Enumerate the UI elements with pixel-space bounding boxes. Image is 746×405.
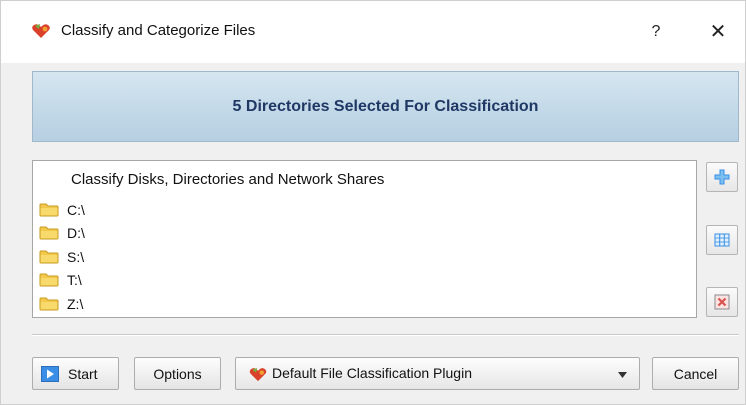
play-icon bbox=[41, 365, 59, 382]
delete-icon bbox=[714, 294, 730, 310]
list-item[interactable]: Z:\ bbox=[39, 292, 85, 316]
folder-icon bbox=[39, 297, 59, 311]
list-items: C:\ D:\ S:\ T:\ Z:\ bbox=[39, 198, 85, 316]
grid-icon bbox=[714, 233, 730, 247]
plugin-logo-icon bbox=[249, 367, 267, 382]
list-item[interactable]: T:\ bbox=[39, 269, 85, 293]
plus-icon bbox=[714, 169, 730, 185]
list-item-label: Z:\ bbox=[67, 295, 84, 312]
close-button[interactable]: ✕ bbox=[701, 17, 735, 47]
plugin-select[interactable]: Default File Classification Plugin bbox=[235, 357, 640, 390]
cancel-button[interactable]: Cancel bbox=[652, 357, 739, 390]
title-bar: Classify and Categorize Files ? ✕ bbox=[1, 1, 745, 63]
folder-icon bbox=[39, 203, 59, 217]
list-header: Classify Disks, Directories and Network … bbox=[71, 171, 385, 188]
classify-files-dialog: Classify and Categorize Files ? ✕ 5 Dire… bbox=[0, 0, 746, 405]
options-button[interactable]: Options bbox=[134, 357, 221, 390]
folder-icon bbox=[39, 226, 59, 240]
chevron-down-icon bbox=[618, 372, 627, 378]
list-item-label: D:\ bbox=[67, 225, 85, 242]
edit-directories-button[interactable] bbox=[706, 225, 738, 255]
plugin-select-value: Default File Classification Plugin bbox=[272, 365, 472, 381]
start-label: Start bbox=[68, 365, 98, 382]
folder-icon bbox=[39, 273, 59, 287]
banner-title: 5 Directories Selected For Classificatio… bbox=[232, 97, 539, 115]
selection-banner: 5 Directories Selected For Classificatio… bbox=[32, 71, 739, 142]
window-title: Classify and Categorize Files bbox=[61, 22, 256, 39]
directory-list[interactable]: Classify Disks, Directories and Network … bbox=[32, 160, 697, 318]
list-item[interactable]: C:\ bbox=[39, 198, 85, 222]
list-item-label: C:\ bbox=[67, 201, 85, 218]
list-item[interactable]: D:\ bbox=[39, 222, 85, 246]
list-item-label: S:\ bbox=[67, 248, 85, 265]
start-button[interactable]: Start bbox=[32, 357, 119, 390]
footer-separator bbox=[32, 334, 739, 336]
folder-icon bbox=[39, 250, 59, 264]
remove-directory-button[interactable] bbox=[706, 287, 738, 317]
list-item[interactable]: S:\ bbox=[39, 245, 85, 269]
list-item-label: T:\ bbox=[67, 272, 82, 289]
add-directory-button[interactable] bbox=[706, 162, 738, 192]
app-logo-icon bbox=[32, 24, 50, 38]
help-button[interactable]: ? bbox=[641, 17, 671, 47]
